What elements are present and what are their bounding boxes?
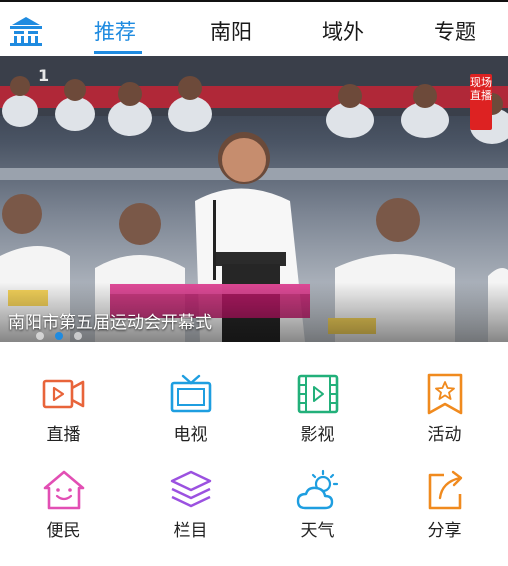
- grid-item-label: 便民: [46, 521, 81, 541]
- weather-icon: [296, 469, 339, 510]
- film-icon: [297, 374, 339, 414]
- grid-item-activity[interactable]: 活动: [381, 360, 508, 456]
- hero-banner[interactable]: 1 现场直播 南阳市第五届运动会开幕式: [0, 56, 508, 342]
- channel-logo: 1: [38, 66, 51, 85]
- tab-outside[interactable]: 域外: [322, 16, 364, 46]
- active-tab-indicator: [94, 51, 142, 54]
- layers-icon: [170, 470, 212, 508]
- grid-item-service[interactable]: 便民: [0, 456, 127, 552]
- tab-recommend[interactable]: 推荐: [94, 16, 136, 46]
- home-smile-icon: [43, 470, 85, 510]
- app-logo-icon[interactable]: [8, 14, 44, 48]
- grid-item-film[interactable]: 影视: [254, 360, 381, 456]
- grid-item-columns[interactable]: 栏目: [127, 456, 254, 552]
- tab-nanyang[interactable]: 南阳: [210, 16, 252, 46]
- slide-dot[interactable]: [36, 332, 44, 340]
- grid-item-label: 栏目: [173, 521, 208, 541]
- live-badge: 现场直播: [470, 74, 492, 130]
- live-camera-icon: [42, 379, 85, 409]
- slide-dot-active[interactable]: [55, 332, 64, 340]
- grid-item-tv[interactable]: 电视: [127, 360, 254, 456]
- grid-item-label: 影视: [300, 425, 335, 445]
- activity-star-icon: [427, 373, 463, 415]
- grid-item-weather[interactable]: 天气: [254, 456, 381, 552]
- share-icon: [428, 470, 463, 510]
- grid-item-label: 分享: [427, 521, 462, 541]
- slide-dot[interactable]: [74, 332, 83, 340]
- grid-item-share[interactable]: 分享: [381, 456, 508, 552]
- grid-item-label: 电视: [173, 425, 208, 445]
- tv-icon: [170, 374, 212, 413]
- tab-special[interactable]: 专题: [434, 16, 476, 46]
- grid-item-label: 活动: [427, 425, 462, 445]
- grid-item-live[interactable]: 直播: [0, 360, 127, 456]
- top-navigation-bar: 推荐 南阳 域外 专题: [0, 0, 508, 56]
- hero-caption[interactable]: 南阳市第五届运动会开幕式: [8, 308, 212, 333]
- grid-item-label: 天气: [300, 521, 335, 541]
- grid-item-label: 直播: [46, 425, 81, 445]
